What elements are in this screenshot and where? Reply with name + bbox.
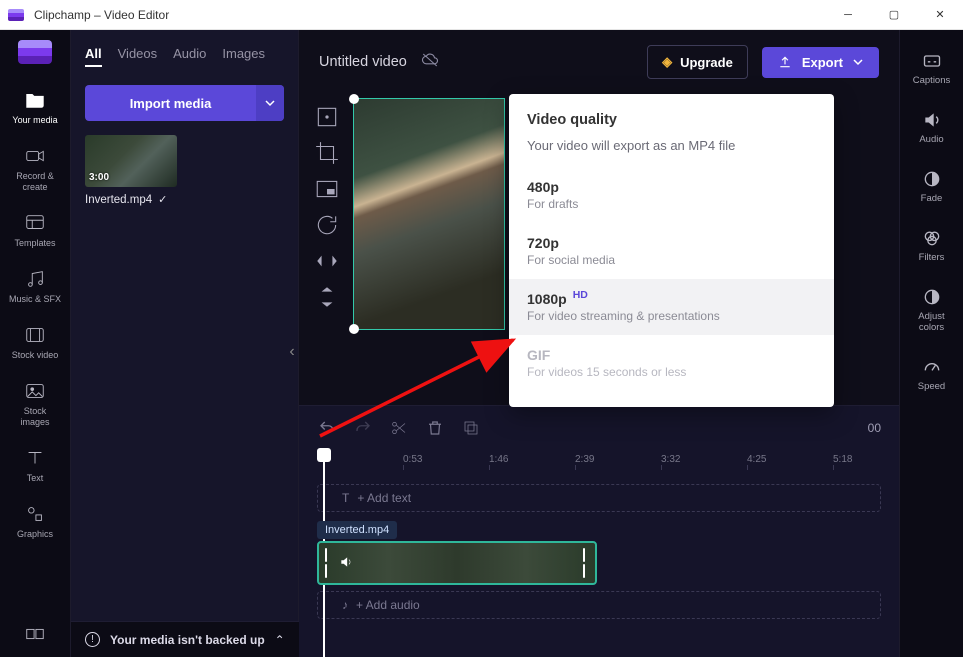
text-icon [24, 447, 46, 469]
export-quality-panel: Video quality Your video will export as … [509, 94, 834, 407]
check-icon: ✓ [158, 193, 167, 206]
rsb-captions[interactable]: Captions [900, 42, 963, 95]
preview-toolbar [311, 98, 343, 397]
rsb-filters[interactable]: Filters [900, 219, 963, 272]
editor-area: Untitled video ◈ Upgrade Export [299, 30, 899, 657]
export-option-480p[interactable]: 480p For drafts [509, 167, 834, 223]
templates-icon [24, 212, 46, 234]
timeline-time: 00 [868, 421, 881, 435]
right-sidebar: Captions Audio Fade Filters Adjust color… [899, 30, 963, 657]
import-media-button[interactable]: Import media [85, 85, 284, 121]
image-icon [24, 380, 46, 402]
video-preview[interactable] [353, 98, 505, 330]
editor-topbar: Untitled video ◈ Upgrade Export [299, 30, 899, 94]
shapes-icon [24, 503, 46, 525]
upgrade-button[interactable]: ◈ Upgrade [647, 45, 748, 79]
fade-icon [922, 169, 942, 189]
sidebar-item-stock-video[interactable]: Stock video [0, 316, 70, 369]
text-track[interactable]: T + Add text [317, 484, 881, 512]
rsb-fade[interactable]: Fade [900, 160, 963, 213]
speaker-icon [922, 110, 942, 130]
sidebar-item-graphics[interactable]: Graphics [0, 495, 70, 548]
chevron-down-icon [853, 57, 863, 67]
app-icon [8, 9, 24, 21]
folder-icon [24, 89, 46, 111]
sidebar-item-templates[interactable]: Templates [0, 204, 70, 257]
flip-h-icon[interactable] [314, 248, 340, 274]
flip-v-icon[interactable] [314, 284, 340, 310]
export-option-720p[interactable]: 720p For social media [509, 223, 834, 279]
split-button[interactable] [389, 418, 409, 438]
export-panel-heading: Video quality [527, 112, 816, 128]
sidebar-item-record[interactable]: Record & create [0, 137, 70, 201]
export-button[interactable]: Export [762, 47, 879, 78]
delete-button[interactable] [425, 418, 445, 438]
import-dropdown-button[interactable] [256, 85, 284, 121]
sidebar-item-transitions[interactable] [0, 615, 70, 657]
captions-icon [922, 51, 942, 71]
chevron-down-icon [265, 98, 275, 108]
window-titlebar: Clipchamp – Video Editor ─ ▢ ✕ [0, 0, 963, 30]
fit-icon[interactable] [314, 104, 340, 130]
speaker-icon[interactable] [339, 555, 353, 572]
timeline: 00 0:53 1:46 2:39 3:32 4:25 5:18 T + Add… [299, 405, 899, 657]
window-title: Clipchamp – Video Editor [34, 8, 825, 22]
redo-button[interactable] [353, 418, 373, 438]
duplicate-button[interactable] [461, 418, 481, 438]
contrast-icon [922, 287, 942, 307]
undo-button[interactable] [317, 418, 337, 438]
info-icon: ! [85, 632, 100, 647]
sidebar-item-music[interactable]: Music & SFX [0, 260, 70, 313]
close-button[interactable]: ✕ [917, 0, 963, 30]
music-icon: ♪ [342, 598, 348, 612]
logo-icon[interactable] [18, 40, 52, 64]
tab-all[interactable]: All [85, 46, 102, 67]
diamond-icon: ◈ [662, 54, 672, 70]
tab-videos[interactable]: Videos [118, 46, 158, 67]
media-panel: All Videos Audio Images Import media 3:0… [71, 30, 299, 621]
export-panel-sub: Your video will export as an MP4 file [527, 138, 816, 153]
timeline-ruler[interactable]: 0:53 1:46 2:39 3:32 4:25 5:18 [317, 448, 881, 478]
sidebar-item-text[interactable]: Text [0, 439, 70, 492]
pip-icon[interactable] [314, 176, 340, 202]
export-option-gif[interactable]: GIF For videos 15 seconds or less [509, 335, 834, 391]
film-icon [24, 324, 46, 346]
upload-icon [778, 55, 792, 69]
media-tabs: All Videos Audio Images [85, 42, 284, 77]
filters-icon [922, 228, 942, 248]
maximize-button[interactable]: ▢ [871, 0, 917, 30]
tab-images[interactable]: Images [222, 46, 265, 67]
tab-audio[interactable]: Audio [173, 46, 206, 67]
left-sidebar: Your media Record & create Templates Mus… [0, 30, 71, 657]
clip-label: Inverted.mp4 [317, 521, 397, 539]
rsb-speed[interactable]: Speed [900, 348, 963, 401]
sidebar-item-stock-images[interactable]: Stock images [0, 372, 70, 436]
minimize-button[interactable]: ─ [825, 0, 871, 30]
music-icon [24, 268, 46, 290]
sidebar-item-your-media[interactable]: Your media [0, 81, 70, 134]
media-filename: Inverted.mp4 ✓ [85, 193, 284, 206]
chevron-up-icon: ⌃ [275, 633, 285, 647]
rotate-icon[interactable] [314, 212, 340, 238]
collapse-panel-button[interactable] [285, 330, 299, 374]
audio-track[interactable]: ♪ + Add audio [317, 591, 881, 619]
media-thumbnail[interactable]: 3:00 [85, 135, 177, 187]
text-icon: T [342, 491, 349, 505]
camera-icon [24, 145, 46, 167]
rsb-adjust-colors[interactable]: Adjust colors [900, 278, 963, 342]
transition-icon [24, 623, 46, 645]
playhead[interactable] [317, 448, 331, 462]
video-clip[interactable] [317, 541, 597, 585]
cloud-off-icon[interactable] [421, 53, 439, 72]
crop-icon[interactable] [314, 140, 340, 166]
export-option-1080p[interactable]: 1080pHD For video streaming & presentati… [509, 279, 834, 335]
rsb-audio[interactable]: Audio [900, 101, 963, 154]
speed-icon [922, 357, 942, 377]
project-title[interactable]: Untitled video [319, 54, 407, 70]
